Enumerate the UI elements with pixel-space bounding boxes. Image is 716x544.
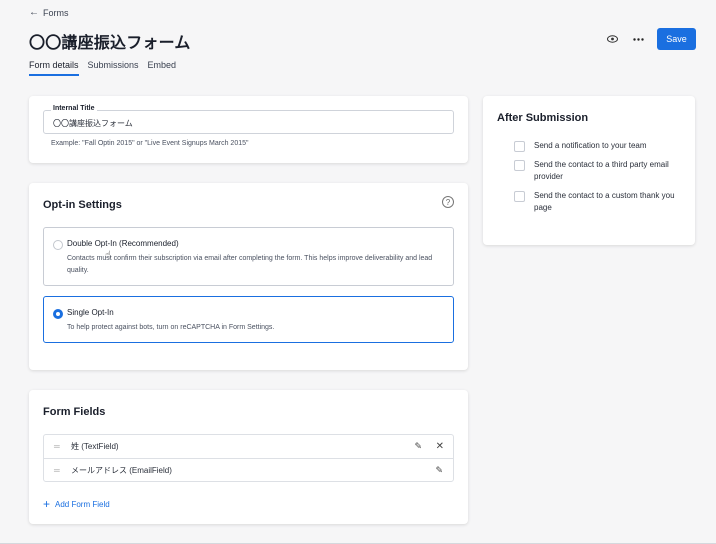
internal-title-hint: Example: "Fall Optin 2015" or "Live Even… — [51, 140, 249, 147]
drag-handle-icon[interactable]: ═ — [54, 442, 60, 451]
form-field-name: 姓 (TextField) — [71, 442, 119, 451]
back-link-label: Forms — [43, 7, 69, 18]
pencil-icon[interactable]: ✎ — [414, 441, 422, 452]
add-form-field-label: Add Form Field — [55, 499, 110, 509]
page-title: 〇〇講座振込フォーム — [29, 35, 191, 52]
header-actions: Save — [605, 28, 696, 50]
thank-you-page-option[interactable]: Send the contact to a custom thank you p… — [514, 190, 684, 214]
more-options-icon[interactable] — [631, 32, 645, 46]
plus-icon: + — [43, 497, 51, 511]
tab-submissions[interactable]: Submissions — [88, 60, 139, 76]
notify-team-label: Send a notification to your team — [534, 141, 647, 150]
optin-settings-title: Opt-in Settings — [43, 199, 122, 211]
tab-embed[interactable]: Embed — [148, 60, 177, 76]
optin-settings-card: Opt-in Settings ? Double Opt-In (Recomme… — [29, 183, 468, 370]
pencil-icon[interactable]: ✎ — [435, 465, 443, 476]
internal-title-card: Internal Title 〇〇講座振込フォーム Example: "Fall… — [29, 96, 468, 163]
notify-team-option[interactable]: Send a notification to your team — [514, 140, 684, 152]
double-optin-label: Double Opt-In (Recommended) — [67, 239, 179, 248]
close-icon[interactable]: ✕ — [436, 441, 444, 452]
notify-team-checkbox[interactable] — [514, 141, 525, 152]
tab-form-details[interactable]: Form details — [29, 60, 79, 76]
internal-title-label: Internal Title — [51, 105, 97, 112]
third-party-email-option[interactable]: Send the contact to a third party email … — [514, 159, 684, 183]
single-optin-option[interactable]: Single Opt-In To help protect against bo… — [43, 296, 454, 343]
third-party-email-checkbox[interactable] — [514, 160, 525, 171]
thank-you-page-checkbox[interactable] — [514, 191, 525, 202]
form-field-row[interactable]: ═ 姓 (TextField) ✎ ✕ — [44, 435, 453, 458]
add-form-field-button[interactable]: + Add Form Field — [43, 498, 110, 510]
third-party-email-label: Send the contact to a third party email … — [534, 160, 669, 181]
thank-you-page-label: Send the contact to a custom thank you p… — [534, 191, 675, 212]
internal-title-input[interactable]: Internal Title 〇〇講座振込フォーム — [43, 105, 454, 134]
form-field-name: メールアドレス (EmailField) — [71, 465, 172, 475]
preview-eye-icon[interactable] — [605, 32, 619, 46]
double-optin-option[interactable]: Double Opt-In (Recommended) ☝ Contacts m… — [43, 227, 454, 286]
help-icon[interactable]: ? — [442, 196, 454, 208]
double-optin-description: Contacts must confirm their subscription… — [67, 255, 433, 274]
after-submission-card: After Submission Send a notification to … — [483, 96, 695, 245]
single-optin-radio[interactable] — [53, 309, 63, 319]
back-to-forms-link[interactable]: ← Forms — [29, 7, 69, 18]
save-button[interactable]: Save — [657, 28, 696, 50]
drag-handle-icon[interactable]: ═ — [54, 466, 60, 475]
form-field-row[interactable]: ═ メールアドレス (EmailField) ✎ — [44, 458, 453, 481]
internal-title-value: 〇〇講座振込フォーム — [53, 119, 133, 128]
form-fields-title: Form Fields — [43, 406, 106, 418]
form-fields-card: Form Fields ═ 姓 (TextField) ✎ ✕ ═ メールアドレ… — [29, 390, 468, 524]
single-optin-label: Single Opt-In — [67, 308, 114, 317]
tab-bar: Form details Submissions Embed — [29, 60, 176, 76]
after-submission-title: After Submission — [497, 112, 589, 124]
double-optin-radio[interactable] — [53, 240, 63, 250]
form-field-list: ═ 姓 (TextField) ✎ ✕ ═ メールアドレス (EmailFiel… — [43, 434, 454, 482]
arrow-left-icon: ← — [29, 7, 39, 18]
single-optin-description: To help protect against bots, turn on re… — [67, 324, 275, 331]
